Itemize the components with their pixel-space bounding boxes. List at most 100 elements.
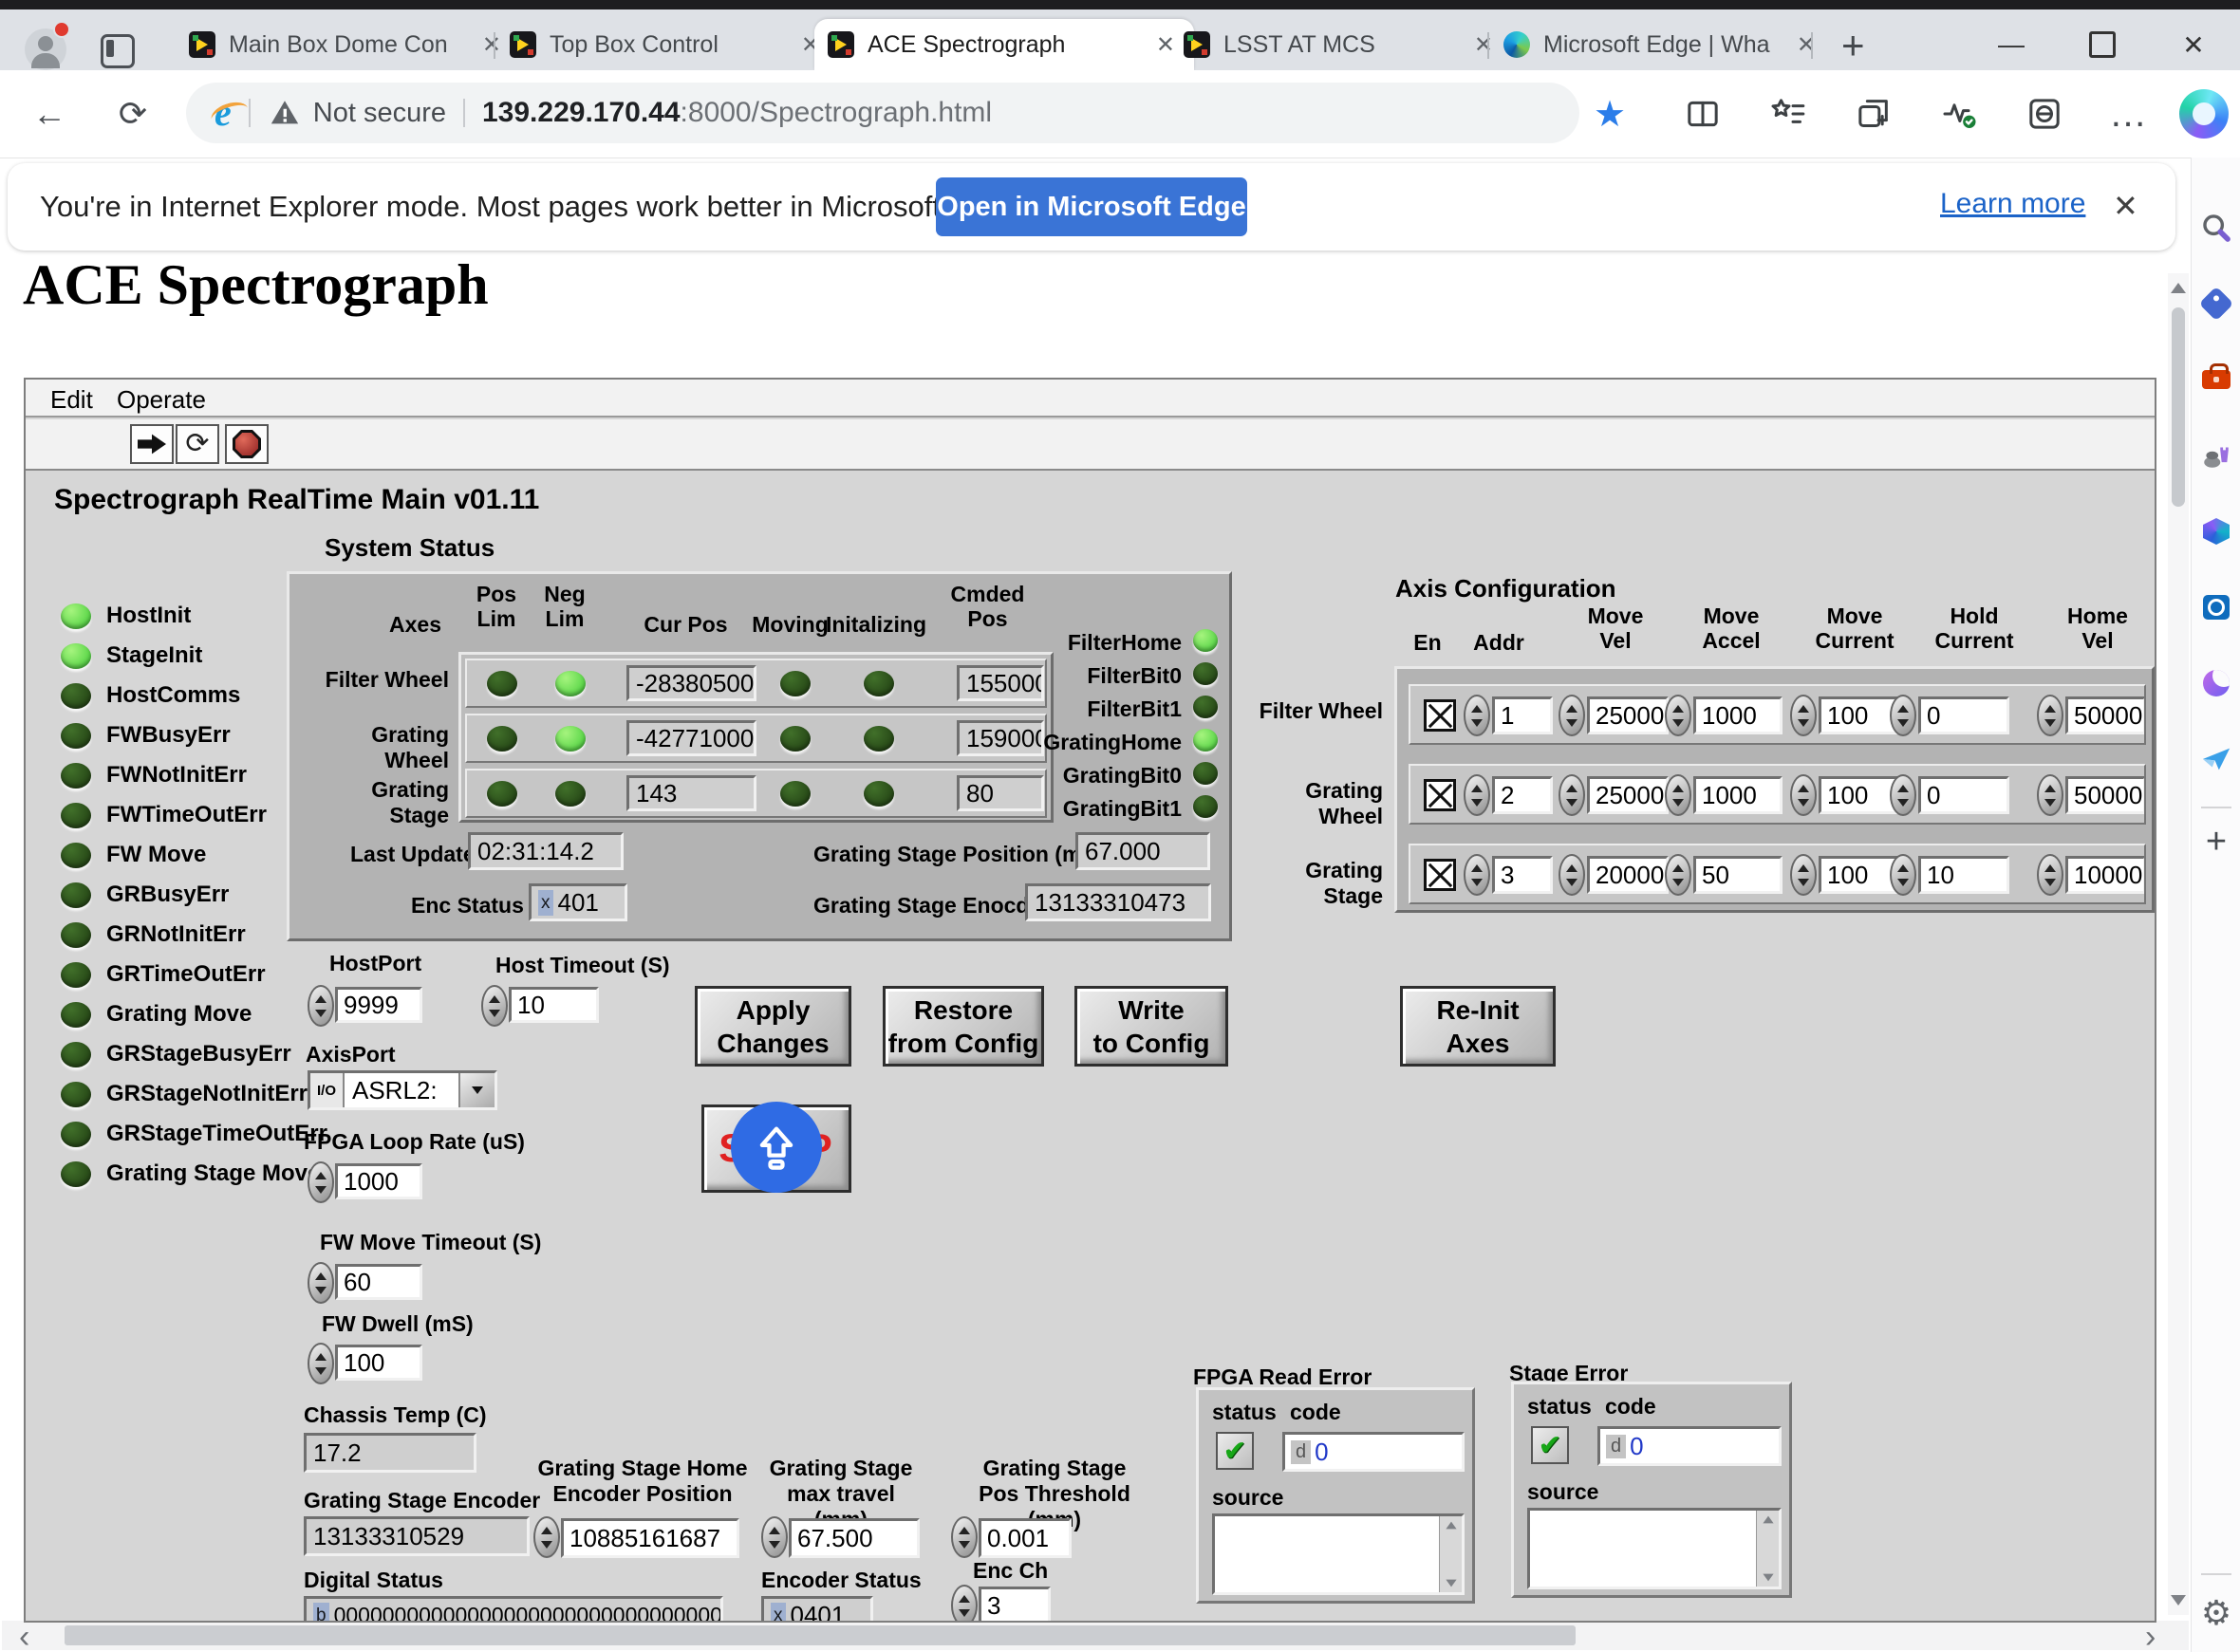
- microsoft-365-icon[interactable]: [2196, 511, 2236, 551]
- scroll-up-icon[interactable]: [2171, 283, 2186, 293]
- vertical-scrollbar[interactable]: [2168, 273, 2189, 1615]
- move-vel-spinner[interactable]: [1559, 854, 1585, 896]
- back-icon[interactable]: ←: [27, 91, 72, 137]
- outlook-icon[interactable]: [2196, 587, 2236, 627]
- hold-current-field[interactable]: 0: [1918, 776, 2009, 814]
- new-tab-button[interactable]: +: [1841, 23, 1865, 68]
- gs-max-spinner[interactable]: [761, 1516, 788, 1558]
- fpga-loop-spinner[interactable]: [308, 1161, 334, 1203]
- move-accel-field[interactable]: 1000: [1693, 776, 1783, 814]
- move-accel-spinner[interactable]: [1665, 774, 1691, 816]
- home-vel-field[interactable]: 50000: [2065, 696, 2146, 734]
- gs-home-field[interactable]: 10885161687: [561, 1518, 739, 1558]
- menu-edit[interactable]: Edit: [43, 383, 101, 417]
- collections-icon[interactable]: [1851, 91, 1896, 137]
- run-continuous-icon[interactable]: ⟳: [176, 424, 219, 464]
- gs-max-field[interactable]: 67.500: [789, 1518, 920, 1558]
- tab-main-box-dome[interactable]: Main Box Dome Con ✕: [176, 19, 520, 70]
- copilot-designer-icon[interactable]: [2196, 663, 2236, 703]
- menu-operate[interactable]: Operate: [109, 383, 214, 417]
- search-icon[interactable]: [2196, 208, 2236, 248]
- games-icon[interactable]: [2196, 436, 2236, 475]
- addr-field[interactable]: 1: [1492, 696, 1553, 734]
- enable-checkbox[interactable]: [1424, 779, 1456, 811]
- enable-checkbox[interactable]: [1424, 699, 1456, 732]
- split-screen-icon[interactable]: [1680, 91, 1726, 137]
- horizontal-scroll-thumb[interactable]: [65, 1625, 1576, 1645]
- move-vel-field[interactable]: 250000: [1587, 696, 1669, 734]
- workspaces-icon[interactable]: [101, 34, 135, 68]
- addr-spinner[interactable]: [1464, 854, 1490, 896]
- axis-port-combo[interactable]: I/O ASRL2:: [308, 1070, 497, 1110]
- tab-microsoft-edge[interactable]: Microsoft Edge | Wha ✕: [1490, 19, 1835, 70]
- browser-essentials-icon[interactable]: [1936, 91, 1982, 137]
- move-accel-field[interactable]: 1000: [1693, 696, 1783, 734]
- hold-current-field[interactable]: 0: [1918, 696, 2009, 734]
- fpga-loop-field[interactable]: 1000: [335, 1163, 422, 1199]
- tab-close-icon[interactable]: ✕: [1791, 29, 1821, 61]
- move-current-spinner[interactable]: [1790, 774, 1817, 816]
- enc-ch-field[interactable]: 3: [979, 1587, 1051, 1623]
- home-vel-spinner[interactable]: [2037, 774, 2063, 816]
- home-vel-spinner[interactable]: [2037, 695, 2063, 736]
- vertical-scroll-thumb[interactable]: [2172, 307, 2185, 507]
- gs-home-spinner[interactable]: [533, 1516, 560, 1558]
- move-current-spinner[interactable]: [1790, 695, 1817, 736]
- host-timeout-field[interactable]: 10: [509, 987, 599, 1023]
- textarea-scrollbar[interactable]: [1439, 1516, 1462, 1592]
- refresh-icon[interactable]: ⟳: [110, 91, 156, 137]
- fw-dwell-field[interactable]: 100: [335, 1345, 422, 1381]
- write-to-config-button[interactable]: Write to Config: [1074, 986, 1228, 1067]
- move-accel-spinner[interactable]: [1665, 695, 1691, 736]
- fw-move-timeout-field[interactable]: 60: [335, 1264, 422, 1300]
- host-timeout-spinner[interactable]: [481, 985, 508, 1027]
- email-send-icon[interactable]: [2196, 739, 2236, 779]
- open-in-edge-button[interactable]: Open in Microsoft Edge: [936, 177, 1247, 236]
- tab-top-box-control[interactable]: Top Box Control ✕: [496, 19, 839, 70]
- move-vel-spinner[interactable]: [1559, 695, 1585, 736]
- scroll-down-icon[interactable]: [2171, 1595, 2186, 1606]
- favorites-icon[interactable]: [1765, 91, 1811, 137]
- close-button[interactable]: ✕: [2168, 25, 2219, 65]
- bookmark-star-icon[interactable]: ★: [1587, 91, 1633, 137]
- scroll-right-icon[interactable]: ›: [2145, 1619, 2156, 1652]
- gs-thresh-spinner[interactable]: [951, 1516, 978, 1558]
- reinit-axes-button[interactable]: Re-Init Axes: [1400, 986, 1556, 1067]
- host-port-field[interactable]: 9999: [335, 987, 422, 1023]
- ie-mode-icon[interactable]: [2022, 91, 2067, 137]
- maximize-button[interactable]: [2077, 25, 2128, 65]
- move-current-spinner[interactable]: [1790, 854, 1817, 896]
- host-port-spinner[interactable]: [308, 985, 334, 1027]
- settings-gear-icon[interactable]: ⚙: [2196, 1593, 2236, 1633]
- move-current-field[interactable]: 100: [1819, 776, 1900, 814]
- move-vel-spinner[interactable]: [1559, 774, 1585, 816]
- move-vel-field[interactable]: 250000: [1587, 776, 1669, 814]
- gs-thresh-field[interactable]: 0.001: [979, 1518, 1072, 1558]
- hold-current-spinner[interactable]: [1890, 695, 1916, 736]
- move-accel-field[interactable]: 50: [1693, 856, 1783, 894]
- fw-move-timeout-spinner[interactable]: [308, 1262, 334, 1304]
- abort-stop-icon[interactable]: [225, 424, 269, 464]
- settings-more-icon[interactable]: …: [2105, 91, 2151, 137]
- enable-checkbox[interactable]: [1424, 859, 1456, 891]
- fw-dwell-spinner[interactable]: [308, 1343, 334, 1384]
- hold-current-spinner[interactable]: [1890, 774, 1916, 816]
- addr-spinner[interactable]: [1464, 774, 1490, 816]
- textarea-scrollbar[interactable]: [1756, 1511, 1779, 1587]
- addr-field[interactable]: 2: [1492, 776, 1553, 814]
- move-accel-spinner[interactable]: [1665, 854, 1691, 896]
- home-vel-field[interactable]: 50000: [2065, 776, 2146, 814]
- address-bar[interactable]: e Not secure 139.229.170.44 :8000/Spectr…: [186, 83, 1579, 143]
- move-current-field[interactable]: 100: [1819, 856, 1900, 894]
- addr-spinner[interactable]: [1464, 695, 1490, 736]
- run-icon[interactable]: [130, 424, 174, 464]
- scroll-left-icon[interactable]: ‹: [19, 1619, 29, 1652]
- tab-lsst-at-mcs[interactable]: LSST AT MCS ✕: [1170, 19, 1512, 70]
- tab-ace-spectrograph-active[interactable]: ACE Spectrograph ✕: [814, 19, 1194, 70]
- copilot-icon[interactable]: [2179, 89, 2229, 139]
- learn-more-link[interactable]: Learn more: [1940, 188, 2085, 220]
- hold-current-field[interactable]: 10: [1918, 856, 2009, 894]
- home-vel-spinner[interactable]: [2037, 854, 2063, 896]
- restore-from-config-button[interactable]: Restore from Config: [883, 986, 1044, 1067]
- shopping-icon[interactable]: [2196, 284, 2236, 324]
